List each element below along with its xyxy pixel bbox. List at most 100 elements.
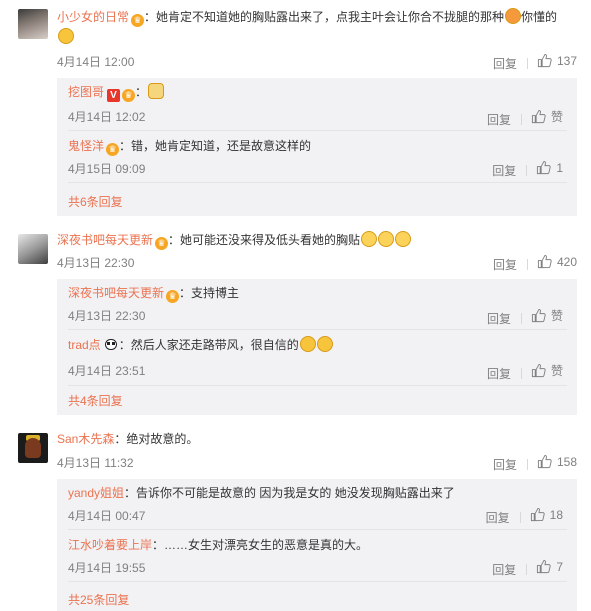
- reply-button[interactable]: 回复: [493, 258, 517, 272]
- comment-text: ：绝对故意的。: [114, 432, 199, 446]
- avatar[interactable]: [18, 234, 48, 264]
- reply-text: ：告诉你不可能是故意的 因为我是女的 她没发现胸贴露出来了: [124, 486, 455, 500]
- more-replies-link[interactable]: 共6条回复: [68, 193, 123, 210]
- like-count: 18: [549, 507, 563, 522]
- username[interactable]: 鬼怪洋: [68, 139, 104, 153]
- thumbs-up-icon: [537, 254, 552, 269]
- like-button[interactable]: 1: [536, 160, 563, 175]
- member-badge-icon: ♛: [166, 290, 180, 303]
- reply-time: 4月15日 09:09: [68, 162, 146, 176]
- laughing-emoji-icon: [395, 231, 412, 247]
- thumbs-up-icon: [537, 559, 551, 574]
- reply-button[interactable]: 回复: [492, 164, 516, 178]
- reply-button[interactable]: 回复: [492, 563, 516, 577]
- member-badge-icon: ♛: [106, 143, 120, 156]
- divider: [526, 58, 528, 69]
- like-count: 420: [556, 254, 577, 269]
- username[interactable]: 小少女的日常: [57, 10, 129, 24]
- reply-time: 4月14日 19:55: [68, 561, 146, 575]
- like-button[interactable]: 158: [537, 454, 577, 469]
- emoji-icon: [505, 8, 522, 24]
- username[interactable]: 挖图哥: [68, 85, 104, 99]
- thumbs-up-icon: [537, 160, 551, 175]
- divider: [68, 581, 567, 582]
- reply-button[interactable]: 回复: [487, 312, 511, 326]
- reply-button[interactable]: 回复: [493, 57, 517, 71]
- like-count: 赞: [550, 309, 563, 323]
- like-count: 158: [556, 454, 577, 469]
- like-button[interactable]: 7: [536, 559, 563, 574]
- more-replies-link[interactable]: 共4条回复: [68, 392, 123, 409]
- thumbs-up-icon: [531, 363, 546, 378]
- reply-text: ：错，她肯定知道，还是故意这样的: [119, 139, 312, 153]
- like-count: 1: [556, 160, 563, 175]
- username[interactable]: 深夜书吧每天更新: [68, 286, 164, 300]
- thumbs-up-icon: [531, 109, 546, 124]
- like-button[interactable]: 赞: [531, 362, 563, 379]
- comment-text: ：她可能还没来得及低头看她的胸贴: [168, 233, 361, 247]
- like-count: 7: [556, 559, 563, 574]
- reply-time: 4月14日 12:02: [68, 110, 146, 124]
- like-button[interactable]: 赞: [531, 307, 563, 324]
- reply-button[interactable]: 回复: [493, 458, 517, 472]
- comment-time: 4月13日 11:32: [57, 456, 134, 470]
- divider: [68, 130, 567, 131]
- divider: [520, 114, 522, 125]
- reply-button[interactable]: 回复: [486, 511, 510, 525]
- comment-time: 4月14日 12:00: [57, 55, 135, 69]
- divider: [68, 385, 567, 386]
- more-replies-link[interactable]: 共25条回复: [68, 591, 129, 608]
- like-count: 137: [556, 53, 577, 68]
- reply-text: ：然后人家还走路带风，很自信的: [118, 338, 299, 352]
- divider: [526, 259, 528, 270]
- like-count: 赞: [550, 364, 563, 378]
- comment-text: ：她肯定不知道她的胸贴露出来了，点我主叶会让你合不拢腿的那种: [144, 10, 505, 24]
- username[interactable]: San木先森: [57, 432, 114, 446]
- member-badge-icon: ♛: [122, 89, 136, 102]
- reply-text: ：: [135, 85, 148, 99]
- divider: [526, 564, 528, 575]
- replies-box: 挖图哥 V ♛： 4月14日 12:02 回复赞 鬼怪洋 ♛ ：错，她肯定知道，还是故意…: [57, 78, 577, 216]
- username[interactable]: yandy姐姐: [68, 486, 124, 500]
- divider: [520, 368, 522, 379]
- thumbs-up-icon: [537, 53, 552, 68]
- avatar[interactable]: [18, 433, 48, 463]
- verified-v-icon: V: [107, 89, 121, 102]
- member-badge-icon: ♛: [131, 14, 145, 27]
- member-badge-icon: ♛: [155, 237, 169, 250]
- reply-button[interactable]: 回复: [487, 367, 511, 381]
- reply-button[interactable]: 回复: [487, 113, 511, 127]
- like-button[interactable]: 137: [537, 53, 577, 68]
- username[interactable]: 深夜书吧每天更新: [57, 233, 153, 247]
- emoji-icon: [316, 336, 333, 352]
- emoji-icon: [58, 28, 74, 44]
- divider: [520, 313, 522, 324]
- reply-time: 4月13日 22:30: [68, 309, 146, 323]
- doge-emoji-icon: [148, 83, 165, 99]
- replies-box: yandy姐姐：告诉你不可能是故意的 因为我是女的 她没发现胸贴露出来了 4月1…: [57, 479, 577, 611]
- username[interactable]: 江水吵着要上岸: [68, 538, 152, 552]
- reply-time: 4月14日 23:51: [68, 364, 146, 378]
- laughing-emoji-icon: [378, 231, 395, 247]
- comment-time: 4月13日 22:30: [57, 256, 135, 270]
- divider: [68, 529, 567, 530]
- reply-text: ：……女生对漂亮女生的恶意是真的大。: [152, 538, 369, 552]
- replies-box: 深夜书吧每天更新 ♛ ：支持博主 4月13日 22:30 回复赞 trad点 ：然后人…: [57, 279, 577, 415]
- divider: [68, 329, 567, 330]
- avatar[interactable]: [18, 9, 48, 39]
- divider: [68, 182, 567, 183]
- like-button[interactable]: 赞: [531, 108, 563, 125]
- divider: [519, 512, 521, 523]
- thumbs-up-icon: [531, 308, 546, 323]
- thumbs-up-icon: [530, 507, 545, 522]
- divider: [526, 165, 528, 176]
- laughing-emoji-icon: [361, 231, 378, 247]
- like-button[interactable]: 18: [530, 507, 563, 522]
- like-button[interactable]: 420: [537, 254, 577, 269]
- emoji-icon: [299, 336, 316, 352]
- thumbs-up-icon: [537, 454, 552, 469]
- reply-time: 4月14日 00:47: [68, 509, 146, 523]
- username[interactable]: trad点: [68, 338, 101, 352]
- comment-text-tail: 你懂的: [521, 10, 558, 24]
- like-count: 赞: [550, 110, 563, 124]
